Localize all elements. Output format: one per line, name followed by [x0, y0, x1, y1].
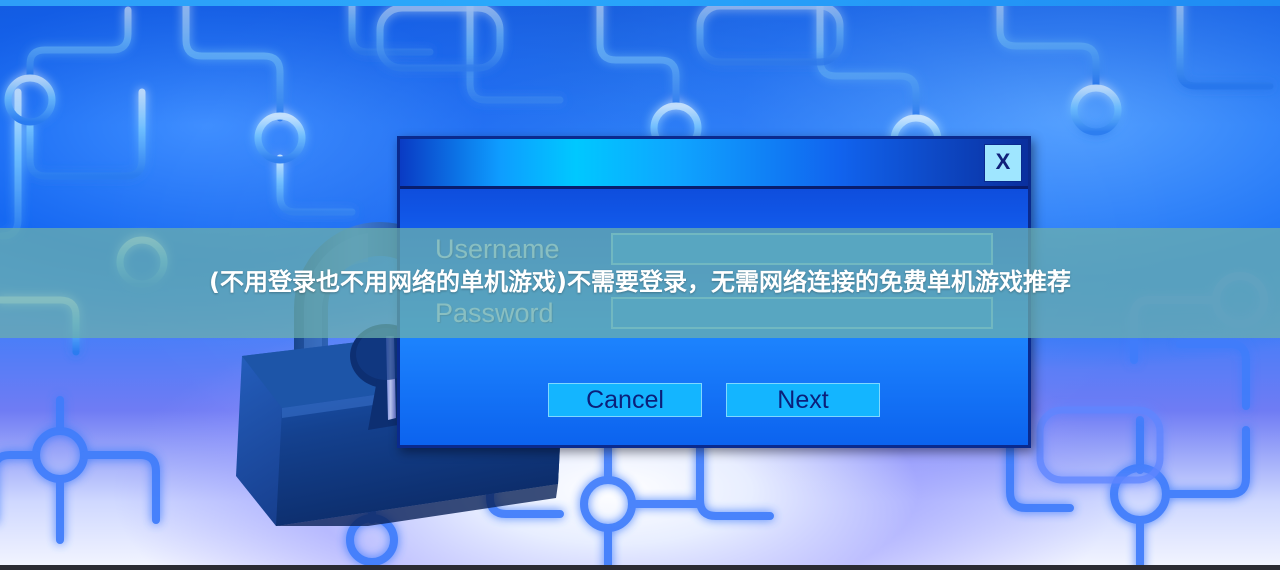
dialog-button-row: Cancel Next: [400, 383, 1028, 417]
cancel-button[interactable]: Cancel: [548, 383, 702, 417]
caption-overlay-band: (不用登录也不用网络的单机游戏)不需要登录，无需网络连接的免费单机游戏推荐: [0, 228, 1280, 338]
bottom-edge-strip: [0, 565, 1280, 570]
dialog-titlebar[interactable]: X: [400, 139, 1028, 189]
close-icon[interactable]: X: [984, 143, 1022, 182]
screenshot-stage: X Username Password Cancel Next (不用登录也不用…: [0, 0, 1280, 570]
top-edge-strip: [0, 0, 1280, 6]
caption-text: (不用登录也不用网络的单机游戏)不需要登录，无需网络连接的免费单机游戏推荐: [209, 268, 1071, 297]
next-button[interactable]: Next: [726, 383, 880, 417]
